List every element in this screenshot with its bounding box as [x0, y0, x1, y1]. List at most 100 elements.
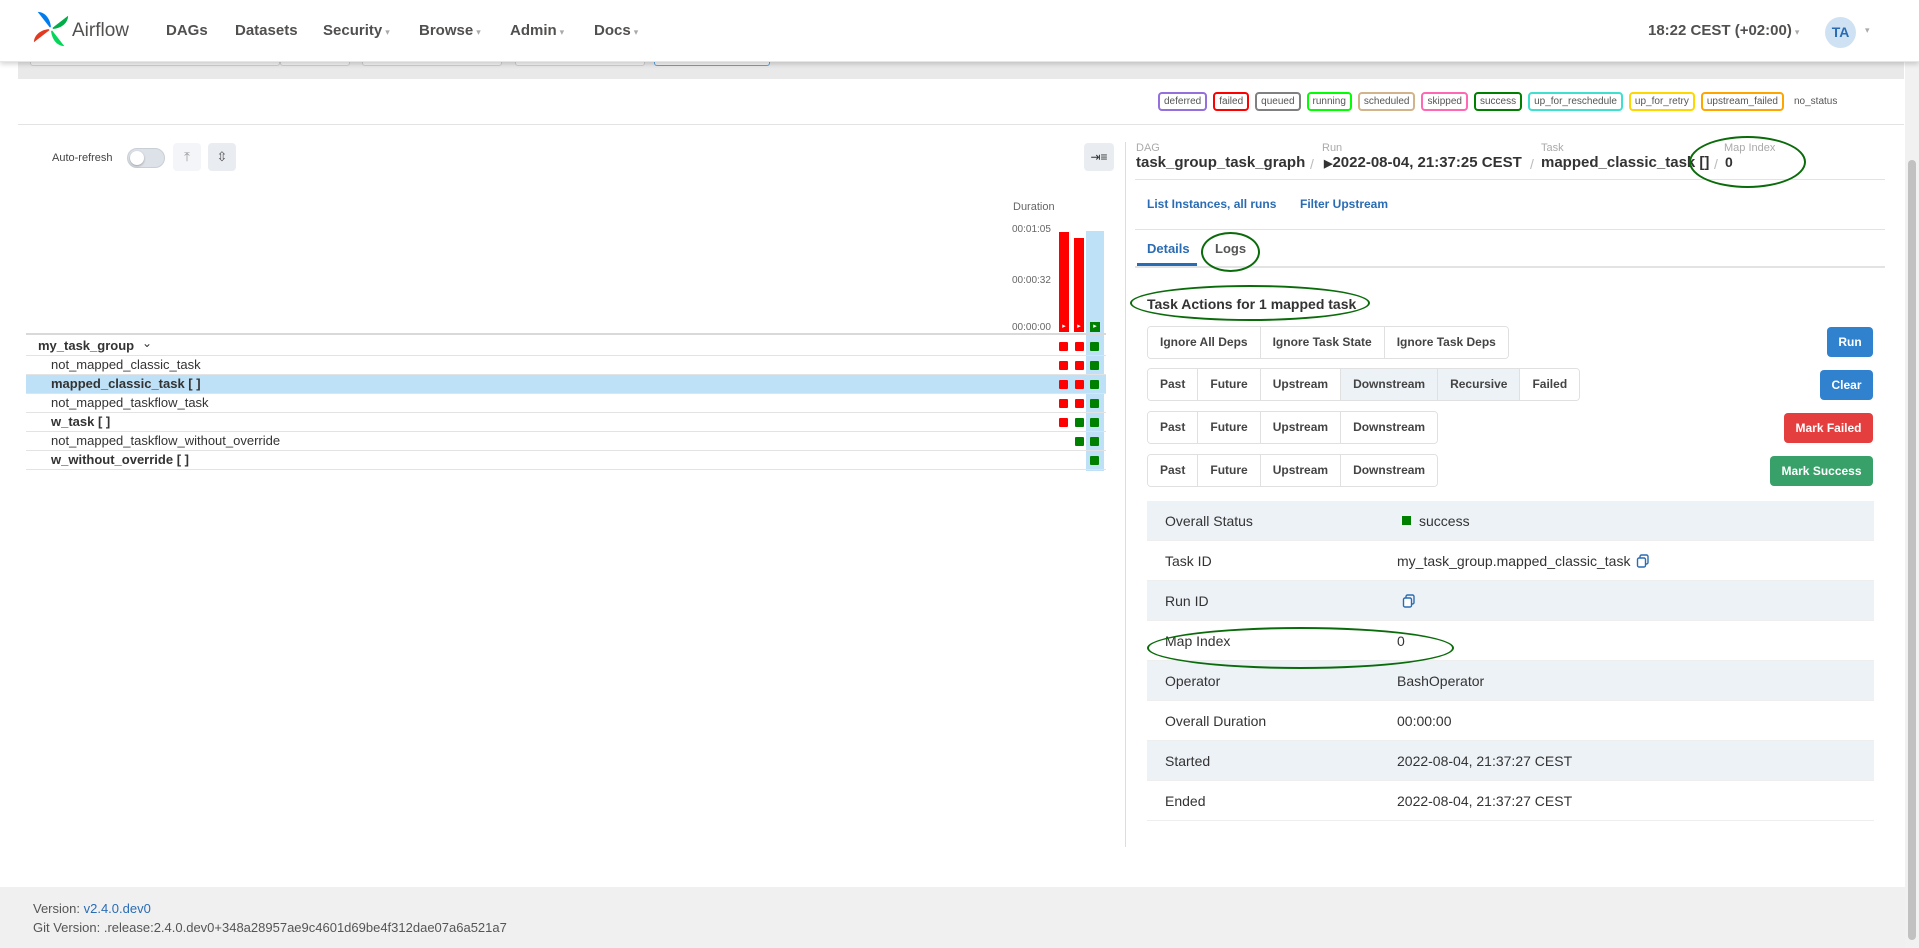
chevron-down-icon[interactable]: ▾	[1865, 25, 1870, 36]
mark-success-past-option[interactable]: Past	[1148, 455, 1199, 486]
clear-recursive-option[interactable]: Recursive	[1438, 369, 1521, 400]
legend-scheduled[interactable]: scheduled	[1357, 92, 1416, 111]
clear-upstream-option[interactable]: Upstream	[1260, 369, 1342, 400]
clear-failed-option[interactable]: Failed	[1520, 369, 1580, 400]
mark-success-upstream-option[interactable]: Upstream	[1260, 455, 1342, 486]
task-name[interactable]: not_mapped_taskflow_task	[51, 394, 209, 412]
chevron-down-icon[interactable]: ⌄	[142, 334, 152, 352]
task-name[interactable]: my_task_group	[38, 337, 134, 355]
task-instance-success[interactable]	[1090, 418, 1099, 427]
task-instance-success[interactable]	[1075, 418, 1084, 427]
brand-name[interactable]: Airflow	[72, 20, 129, 42]
task-instance-failed[interactable]	[1059, 380, 1068, 389]
version-link[interactable]: v2.4.0.dev0	[84, 901, 151, 916]
legend-running[interactable]: running	[1306, 92, 1352, 111]
copy-icon[interactable]	[1636, 554, 1650, 568]
task-row[interactable]: not_mapped_taskflow_task	[26, 394, 1106, 413]
task-instance-failed[interactable]	[1059, 361, 1068, 370]
mark-failed-downstream-option[interactable]: Downstream	[1341, 412, 1438, 443]
mark-failed-upstream-option[interactable]: Upstream	[1260, 412, 1342, 443]
mark-failed-future-option[interactable]: Future	[1198, 412, 1261, 443]
task-instance-success[interactable]	[1090, 361, 1099, 370]
task-name[interactable]: w_without_override [ ]	[51, 451, 189, 469]
expand-all-button[interactable]: ⤒	[173, 143, 201, 171]
timezone-clock[interactable]: 18:22 CEST (+02:00) ▾	[1648, 22, 1799, 39]
legend-upstream-failed[interactable]: upstream_failed	[1700, 92, 1784, 111]
task-name[interactable]: not_mapped_classic_task	[51, 356, 201, 374]
task-instance-failed[interactable]	[1075, 399, 1084, 408]
legend-skipped[interactable]: skipped	[1421, 92, 1468, 111]
nav-admin[interactable]: Admin ▾	[510, 22, 564, 39]
legend-failed[interactable]: failed	[1213, 92, 1250, 111]
mark-success-downstream-option[interactable]: Downstream	[1341, 455, 1438, 486]
collapse-all-button[interactable]: ⇳	[208, 143, 236, 171]
breadcrumb-dag[interactable]: task_group_task_graph	[1136, 154, 1305, 171]
task-row[interactable]: mapped_classic_task [ ]	[26, 375, 1106, 394]
auto-refresh-toggle[interactable]	[127, 148, 165, 168]
run-button[interactable]: Run	[1827, 327, 1873, 357]
run-state-marker[interactable]: ▸	[1059, 322, 1069, 332]
mark-failed-past-option[interactable]: Past	[1148, 412, 1199, 443]
mark-success-button[interactable]: Mark Success	[1770, 456, 1873, 486]
task-instance-success[interactable]	[1090, 342, 1099, 351]
legend-deferred[interactable]: deferred	[1158, 92, 1208, 111]
task-instance-success[interactable]	[1090, 399, 1099, 408]
copy-icon[interactable]	[1402, 594, 1416, 608]
filter-input[interactable]	[362, 62, 502, 66]
task-row[interactable]: not_mapped_classic_task	[26, 356, 1106, 375]
breadcrumb-task[interactable]: mapped_classic_task []	[1541, 154, 1709, 171]
tab-details[interactable]: Details	[1147, 241, 1190, 256]
legend-up-for-reschedule[interactable]: up_for_reschedule	[1528, 92, 1623, 111]
user-avatar[interactable]: TA	[1825, 17, 1856, 48]
toggle-details-button[interactable]: ⇥≡	[1084, 143, 1114, 171]
legend-up-for-retry[interactable]: up_for_retry	[1628, 92, 1695, 111]
task-name[interactable]: mapped_classic_task [ ]	[51, 375, 201, 393]
run-ignore-task-deps-option[interactable]: Ignore Task Deps	[1384, 327, 1508, 358]
filter-button[interactable]	[654, 62, 770, 66]
mark-success-future-option[interactable]: Future	[1198, 455, 1261, 486]
mark-failed-button[interactable]: Mark Failed	[1784, 413, 1873, 443]
run-duration-bar[interactable]	[1074, 238, 1084, 330]
task-instance-success[interactable]	[1090, 456, 1099, 465]
filter-input[interactable]	[280, 62, 350, 66]
airflow-logo-icon[interactable]	[32, 10, 70, 48]
filter-input[interactable]	[30, 62, 280, 66]
legend-success[interactable]: success	[1473, 92, 1523, 111]
breadcrumb-run[interactable]: ▶2022-08-04, 21:37:25 CEST	[1324, 154, 1522, 171]
run-ignore-task-state-option[interactable]: Ignore Task State	[1260, 327, 1385, 358]
task-instance-failed[interactable]	[1059, 342, 1068, 351]
nav-browse[interactable]: Browse ▾	[419, 22, 481, 39]
task-instance-success[interactable]	[1090, 437, 1099, 446]
filter-upstream-link[interactable]: Filter Upstream	[1300, 197, 1388, 211]
scrollbar-thumb[interactable]	[1908, 160, 1916, 940]
clear-future-option[interactable]: Future	[1198, 369, 1261, 400]
nav-docs[interactable]: Docs ▾	[594, 22, 638, 39]
clear-past-option[interactable]: Past	[1148, 369, 1199, 400]
filter-input[interactable]	[515, 62, 645, 66]
nav-security[interactable]: Security ▾	[323, 22, 390, 39]
run-duration-bar[interactable]	[1059, 232, 1069, 330]
run-state-marker[interactable]: ▸	[1090, 322, 1100, 332]
task-instance-failed[interactable]	[1075, 342, 1084, 351]
nav-dags[interactable]: DAGs	[166, 22, 208, 39]
task-name[interactable]: w_task [ ]	[51, 413, 110, 431]
task-row[interactable]: w_without_override [ ]	[26, 451, 1106, 470]
task-row[interactable]: not_mapped_taskflow_without_override	[26, 432, 1106, 451]
task-instance-success[interactable]	[1090, 380, 1099, 389]
clear-button[interactable]: Clear	[1820, 370, 1873, 400]
task-row[interactable]: my_task_group ⌄	[26, 334, 1106, 356]
task-instance-failed[interactable]	[1075, 361, 1084, 370]
task-instance-failed[interactable]	[1075, 380, 1084, 389]
list-instances-link[interactable]: List Instances, all runs	[1147, 197, 1276, 211]
run-state-marker[interactable]: ▸	[1074, 322, 1084, 332]
page-scrollbar[interactable]	[1905, 0, 1919, 948]
clear-downstream-option[interactable]: Downstream	[1341, 369, 1439, 400]
task-instance-success[interactable]	[1075, 437, 1084, 446]
legend-queued[interactable]: queued	[1255, 92, 1301, 111]
task-instance-failed[interactable]	[1059, 399, 1068, 408]
nav-datasets[interactable]: Datasets	[235, 22, 298, 39]
task-instance-failed[interactable]	[1059, 418, 1068, 427]
run-ignore-all-deps-option[interactable]: Ignore All Deps	[1148, 327, 1261, 358]
task-name[interactable]: not_mapped_taskflow_without_override	[51, 432, 280, 450]
task-row[interactable]: w_task [ ]	[26, 413, 1106, 432]
